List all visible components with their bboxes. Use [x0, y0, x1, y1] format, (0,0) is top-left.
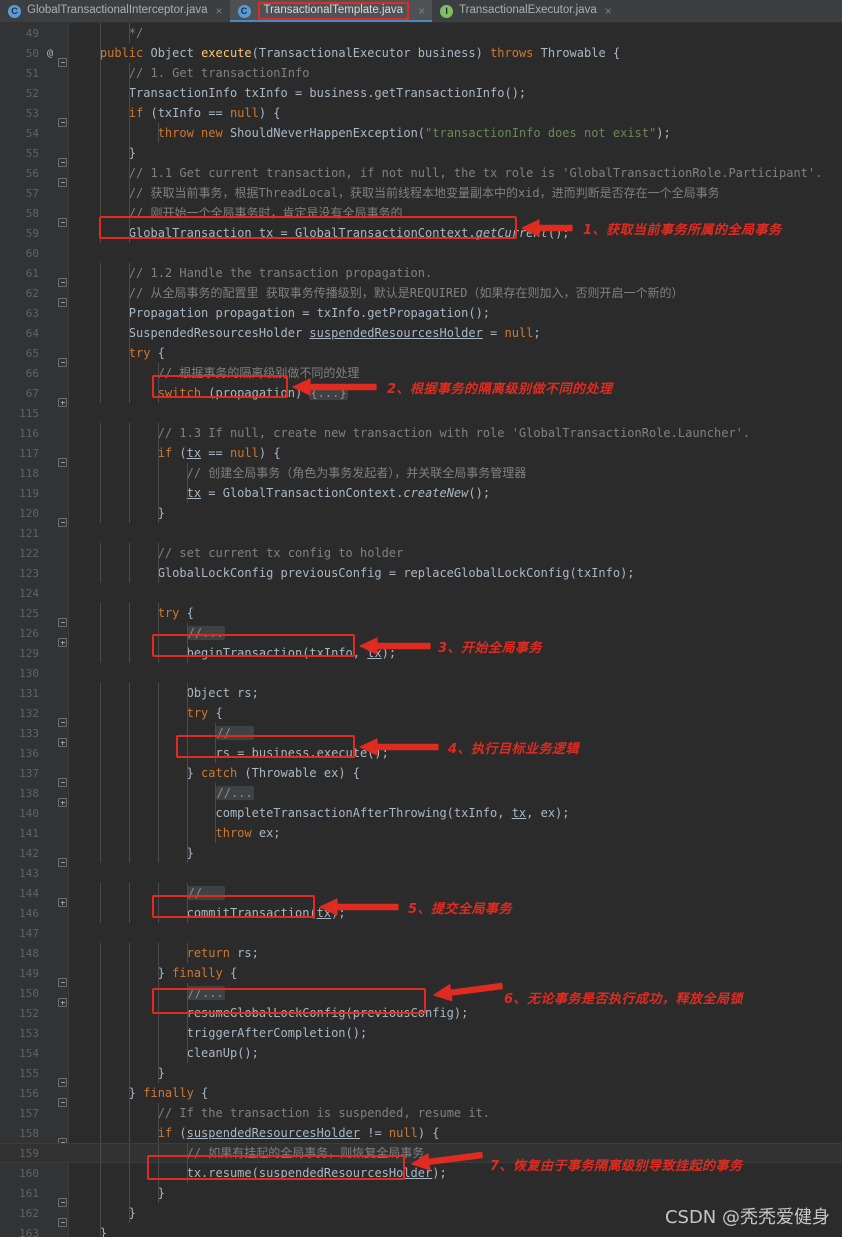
annotation-label-1: 1、获取当前事务所属的全局事务 — [583, 223, 782, 238]
annotation-box-5 — [152, 895, 315, 918]
annotation-arrow-3 — [359, 637, 431, 655]
annotation-label-5: 5、提交全局事务 — [408, 902, 513, 917]
annotation-box-4 — [176, 735, 355, 758]
annotation-label-2: 2、根据事务的隔离级别做不同的处理 — [387, 382, 613, 397]
annotation-box-3 — [152, 634, 355, 657]
annotation-arrow-2 — [292, 378, 377, 396]
annotation-label-6: 6、无论事务是否执行成功，释放全局锁 — [504, 992, 744, 1007]
annotation-arrow-4 — [359, 738, 439, 756]
annotation-box-7 — [147, 1155, 405, 1180]
annotation-box-2 — [152, 375, 288, 398]
watermark: CSDN @秃秃爱健身 — [664, 1207, 830, 1228]
annotation-arrow-1 — [521, 219, 573, 237]
annotation-box-1 — [99, 216, 517, 239]
annotation-overlay: 1、获取当前事务所属的全局事务 2、根据事务的隔离级别做不同的处理 3、开始全局事务… — [0, 0, 842, 1237]
annotation-label-7: 7、恢复由于事务隔离级别导致挂起的事务 — [490, 1159, 743, 1174]
annotation-arrow-6 — [433, 982, 503, 1002]
ide-screenshot: C GlobalTransactionalInterceptor.java × C Tr… — [0, 0, 842, 1237]
annotation-label-3: 3、开始全局事务 — [438, 641, 543, 656]
annotation-label-4: 4、执行目标业务逻辑 — [448, 742, 580, 757]
annotation-arrow-7 — [411, 1151, 483, 1171]
annotation-arrow-5 — [319, 898, 399, 916]
annotation-box-6 — [152, 988, 426, 1014]
